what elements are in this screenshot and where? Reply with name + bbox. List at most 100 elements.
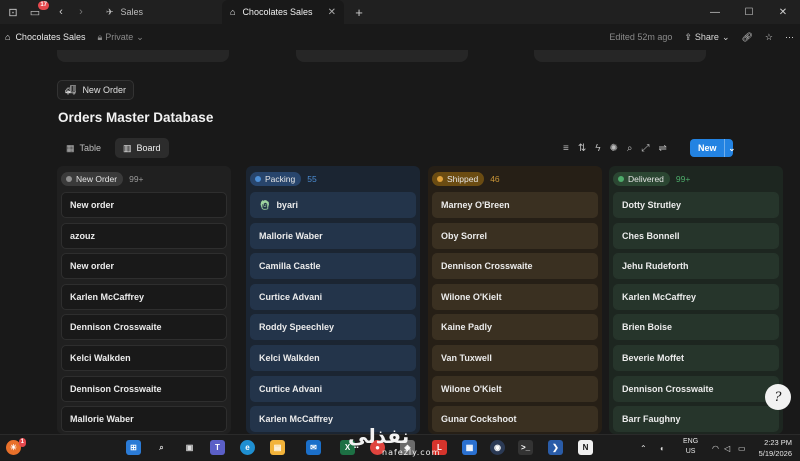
edge-icon[interactable]: e — [240, 440, 255, 455]
start-icon[interactable]: ⊞ — [126, 440, 141, 455]
star-icon[interactable]: ☆ — [765, 32, 773, 43]
link-icon[interactable]: 🔗︎ — [741, 32, 752, 43]
board-card[interactable]: Kelci Walkden — [61, 344, 227, 371]
search-icon[interactable]: ⌕ — [154, 440, 169, 455]
board-card[interactable]: Beverie Moffet — [613, 344, 779, 371]
maximize-icon[interactable]: ☐ — [732, 0, 766, 24]
notes-app-icon[interactable]: ▦ — [462, 440, 477, 455]
share-button[interactable]: ⇪ Share ⌄ — [684, 32, 729, 43]
board-card[interactable]: Roddy Speechley — [250, 314, 416, 341]
status-badge[interactable]: New Order — [61, 172, 124, 186]
wifi-icon[interactable]: ◠ — [712, 435, 719, 461]
view-switcher: ▦ Table ▥ Board — [58, 138, 169, 158]
tab-sales[interactable]: ✈ Sales — [98, 0, 218, 24]
column-header[interactable]: Packing 55 — [246, 166, 420, 192]
tab-chocolates-sales[interactable]: ⌂ Chocolates Sales ✕ — [222, 0, 344, 24]
back-arrow-icon[interactable]: ‹ — [52, 3, 70, 21]
automation-icon[interactable]: ϟ — [595, 143, 600, 154]
board-card[interactable]: Wilone O'Kielt — [432, 375, 598, 402]
file-explorer-icon[interactable]: ▤ — [270, 440, 285, 455]
filter-icon[interactable]: ≡ — [563, 143, 569, 154]
status-badge[interactable]: Shipped — [432, 172, 485, 186]
forward-arrow-icon[interactable]: › — [72, 3, 90, 21]
new-tab-button[interactable]: + — [350, 3, 368, 21]
status-badge[interactable]: Packing — [250, 172, 302, 186]
network-icon[interactable]: ◐ — [660, 435, 665, 461]
minimize-icon[interactable]: — — [698, 0, 732, 24]
board-card[interactable]: Dennison Crosswaite — [61, 375, 227, 402]
board-card[interactable]: Karlen McCaffrey — [61, 283, 227, 310]
view-label: Board — [136, 143, 161, 153]
board-card[interactable]: New order — [61, 253, 227, 280]
board-card[interactable]: Dennison Crosswaite — [613, 375, 779, 402]
settings-icon[interactable]: ⇌ — [659, 143, 667, 154]
customize-icon[interactable]: ✺ — [610, 143, 618, 154]
board-toolbar: ≡ ⇅ ϟ ✺ ⌕ ⤢ ⇌ — [563, 138, 667, 158]
card-title: Curtice Advani — [259, 291, 323, 302]
column-count: 99+ — [129, 174, 144, 184]
view-tab-table[interactable]: ▦ Table — [58, 138, 109, 158]
terminal-icon[interactable]: >_ — [518, 440, 533, 455]
tabs-overview-icon[interactable]: ▭ 17 — [26, 1, 49, 21]
board-card[interactable]: Kaine Padly — [432, 314, 598, 341]
column-header[interactable]: Delivered 99+ — [609, 166, 783, 192]
language-region: US — [685, 448, 696, 455]
weather-icon[interactable]: ☀ 1 — [6, 438, 26, 455]
card-title: Mallorie Waber — [259, 230, 323, 241]
status-dot-icon — [255, 176, 261, 182]
card-title: Gunar Cockshoot — [441, 414, 517, 425]
sort-icon[interactable]: ⇅ — [578, 143, 586, 154]
new-order-button[interactable]: 🚚︎ New Order — [57, 80, 134, 100]
powershell-icon[interactable]: ❯ — [548, 440, 563, 455]
battery-icon[interactable]: ▭ — [738, 435, 746, 461]
volume-icon[interactable]: ◁ — [724, 435, 730, 461]
board-card[interactable]: Camilla Castle — [250, 253, 416, 280]
expand-icon[interactable]: ⤢ — [642, 143, 650, 154]
board-card[interactable]: Wilone O'Kielt — [432, 283, 598, 310]
board-card[interactable]: New order — [61, 192, 227, 218]
board-card[interactable]: Barr Faughny — [613, 406, 779, 433]
board-card[interactable]: Ches Bonnell — [613, 222, 779, 249]
column-header[interactable]: New Order 99+ — [57, 166, 231, 192]
board-card[interactable]: Kelci Walkden — [250, 344, 416, 371]
help-button[interactable]: ? — [765, 384, 791, 410]
language-indicator[interactable]: ENG US — [683, 437, 698, 457]
board-card[interactable]: Mallorie Waber — [61, 406, 227, 433]
close-icon[interactable]: ✕ — [766, 0, 800, 24]
task-view-icon[interactable]: ▣ — [182, 440, 197, 455]
board-card[interactable]: Dennison Crosswaite — [61, 314, 227, 341]
chevron-down-icon[interactable]: ⌄ — [723, 139, 740, 157]
board-card[interactable]: 🧑︎ byari — [250, 192, 416, 218]
steam-icon[interactable]: ◉ — [490, 440, 505, 455]
board-card[interactable]: Oby Sorrel — [432, 222, 598, 249]
notion-icon[interactable]: N — [578, 440, 593, 455]
card-title: azouz — [70, 230, 96, 241]
sidebar-toggle-icon[interactable]: ⊡ — [4, 3, 22, 21]
view-tab-board[interactable]: ▥ Board — [115, 138, 169, 158]
search-icon[interactable]: ⌕ — [627, 143, 633, 154]
board-card[interactable]: Jehu Rudeforth — [613, 253, 779, 280]
privacy-menu[interactable]: 🔒︎ Private ⌄ — [97, 32, 143, 43]
board-card[interactable]: Brien Boise — [613, 314, 779, 341]
board-column: New Order 99+ New order azouz New order Karle… — [57, 166, 231, 434]
board-card[interactable]: Curtice Advani — [250, 375, 416, 402]
clock[interactable]: 2:23 PM 5/19/2026 — [759, 437, 792, 459]
board-card[interactable]: Dennison Crosswaite — [432, 253, 598, 280]
more-icon[interactable]: ⋯ — [785, 32, 794, 43]
board-card[interactable]: azouz — [61, 222, 227, 249]
board-card[interactable]: Gunar Cockshoot — [432, 406, 598, 433]
mail-icon[interactable]: ✉ — [306, 440, 321, 455]
tray-chevron-icon[interactable]: ⌃ — [640, 435, 647, 461]
breadcrumb[interactable]: ⌂ Chocolates Sales — [5, 32, 85, 42]
board-card[interactable]: Karlen McCaffrey — [613, 283, 779, 310]
board-card[interactable]: Van Tuxwell — [432, 344, 598, 371]
board-card[interactable]: Marney O'Breen — [432, 192, 598, 218]
board-card[interactable]: Mallorie Waber — [250, 222, 416, 249]
column-header[interactable]: Shipped 46 — [428, 166, 602, 192]
close-tab-icon[interactable]: ✕ — [328, 7, 336, 18]
teams-icon[interactable]: T — [210, 440, 225, 455]
board-card[interactable]: Dotty Strutley — [613, 192, 779, 218]
board-card[interactable]: Curtice Advani — [250, 283, 416, 310]
status-badge[interactable]: Delivered — [613, 172, 670, 186]
new-record-button[interactable]: New ⌄ — [690, 139, 735, 157]
